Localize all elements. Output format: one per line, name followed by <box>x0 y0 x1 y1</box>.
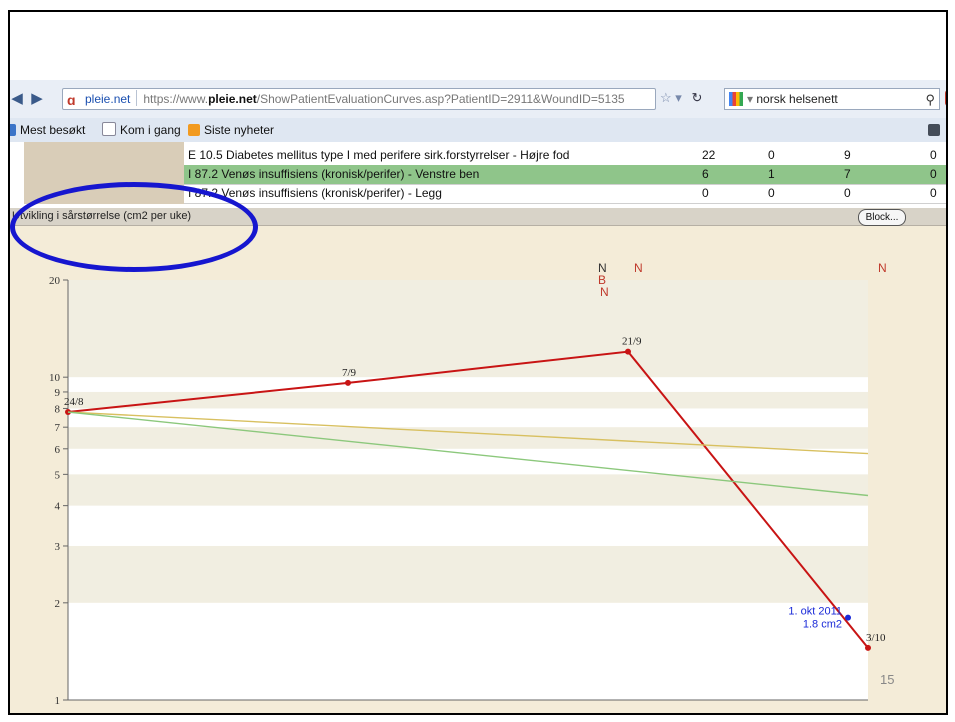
url-domain: pleie.net <box>208 92 257 106</box>
annotation-ellipse <box>10 182 258 272</box>
wound-size-chart: 1 2 3 4 5 6 7 8 9 10 20 24/8 7/9 21/9 3/10 1. okt 2011 1… <box>10 226 946 713</box>
diagnosis-label: E 10.5 Diabetes mellitus type I med peri… <box>188 148 570 162</box>
block-button[interactable]: Block... <box>858 209 906 226</box>
y-tick-label: 6 <box>55 444 61 456</box>
diagnosis-count: 0 <box>702 186 709 200</box>
diagnosis-count: 0 <box>930 167 937 181</box>
bookmark-label: Mest besøkt <box>20 123 86 137</box>
diagnosis-row[interactable]: E 10.5 Diabetes mellitus type I med peri… <box>184 146 946 166</box>
diagnosis-count: 0 <box>768 186 775 200</box>
search-input[interactable]: norsk helsenett <box>756 92 837 106</box>
bookmark-star-icon[interactable]: ☆ <box>660 90 672 105</box>
dropdown-icon[interactable]: ▾ <box>675 90 682 105</box>
search-icon[interactable]: ⚲ <box>925 90 935 110</box>
diagnosis-row[interactable]: I 87.2 Venøs insuffisiens (kronisk/perif… <box>184 165 946 185</box>
highlight-point <box>845 614 851 621</box>
diagnosis-count: 6 <box>702 167 709 181</box>
event-marker: N <box>600 285 609 299</box>
bookmark-label: Kom i gang <box>120 123 181 137</box>
y-tick-label: 7 <box>55 422 61 434</box>
highlight-value-label: 1.8 cm2 <box>803 619 842 631</box>
bookmarks-menu-icon[interactable] <box>928 124 940 136</box>
chart-svg: 1 2 3 4 5 6 7 8 9 10 20 24/8 7/9 21/9 3/10 1. okt 20111… <box>49 261 887 707</box>
most-visited-icon <box>10 124 16 136</box>
y-tick-label: 2 <box>55 598 61 610</box>
search-engine-dropdown-icon[interactable]: ▾ <box>747 92 756 106</box>
y-tick-label: 20 <box>49 275 61 287</box>
bookmark-siste-nyheter[interactable]: Siste nyheter <box>188 118 274 142</box>
diagnosis-count: 7 <box>844 167 851 181</box>
slide: ◀ ▶ ɑ pleie.net https://www.pleie.net/Show… <box>0 0 955 722</box>
diagnosis-count: 0 <box>930 186 937 200</box>
page-number: 15 <box>880 672 895 687</box>
data-point-label: 24/8 <box>64 396 84 408</box>
data-point <box>345 379 351 386</box>
diagnosis-row[interactable]: I 87.2 Venøs insuffisiens (kronisk/perif… <box>184 184 946 204</box>
data-point-label: 3/10 <box>866 632 886 644</box>
data-point <box>865 644 871 651</box>
url-tools: ☆ ▾ ↻ <box>660 90 702 106</box>
bookmark-kom-i-gang[interactable]: Kom i gang <box>102 118 181 142</box>
event-marker: N <box>634 261 643 275</box>
page-icon <box>102 122 116 136</box>
site-identity[interactable]: pleie.net <box>85 92 130 106</box>
plot-band <box>68 280 868 378</box>
highlight-date-label: 1. okt 2011 <box>788 606 842 618</box>
forward-icon[interactable]: ▶ <box>28 90 46 108</box>
data-point-label: 21/9 <box>622 336 642 348</box>
back-icon[interactable]: ◀ <box>10 90 26 108</box>
diagnosis-label: I 87.2 Venøs insuffisiens (kronisk/perif… <box>188 167 480 181</box>
search-box[interactable]: ▾ norsk helsenett ⚲ <box>724 88 940 110</box>
data-point-label: 7/9 <box>342 367 357 379</box>
data-point <box>625 348 631 355</box>
url-divider <box>136 90 138 106</box>
diagnosis-count: 22 <box>702 148 716 162</box>
diagnosis-count: 0 <box>844 186 851 200</box>
plot-band <box>68 545 868 603</box>
bookmark-label: Siste nyheter <box>204 123 275 137</box>
rss-icon <box>188 124 200 136</box>
url-prefix: https://www. <box>143 92 209 106</box>
y-tick-label: 9 <box>55 387 61 399</box>
reload-icon[interactable]: ↻ <box>691 90 702 105</box>
event-marker: N <box>878 261 887 275</box>
search-engine-icon[interactable] <box>729 92 743 106</box>
diagnosis-count: 0 <box>930 148 937 162</box>
diagnosis-count: 9 <box>844 148 851 162</box>
y-tick-label: 1 <box>55 695 61 707</box>
slide-frame: ◀ ▶ ɑ pleie.net https://www.pleie.net/Show… <box>8 10 948 715</box>
browser-toolbar: ◀ ▶ ɑ pleie.net https://www.pleie.net/Show… <box>10 80 946 119</box>
bookmark-mest-besokt[interactable]: Mest besøkt <box>10 118 86 142</box>
diagnosis-count: 0 <box>768 148 775 162</box>
plot-band <box>68 427 868 449</box>
y-tick-label: 8 <box>55 403 61 415</box>
addon-icon[interactable] <box>945 90 946 106</box>
diagnosis-count: 1 <box>768 167 775 181</box>
y-tick-label: 10 <box>49 372 61 384</box>
y-tick-label: 3 <box>55 541 61 553</box>
y-tick-label: 4 <box>55 501 61 513</box>
url-bar[interactable]: ɑ pleie.net https://www.pleie.net/ShowPati… <box>62 88 656 110</box>
y-tick-label: 5 <box>55 469 61 481</box>
url-path: /ShowPatientEvaluationCurves.asp?Patient… <box>256 92 625 106</box>
site-favicon-icon: ɑ <box>67 92 76 108</box>
bookmarks-toolbar: Mest besøkt Kom i gang Siste nyheter <box>10 118 946 143</box>
